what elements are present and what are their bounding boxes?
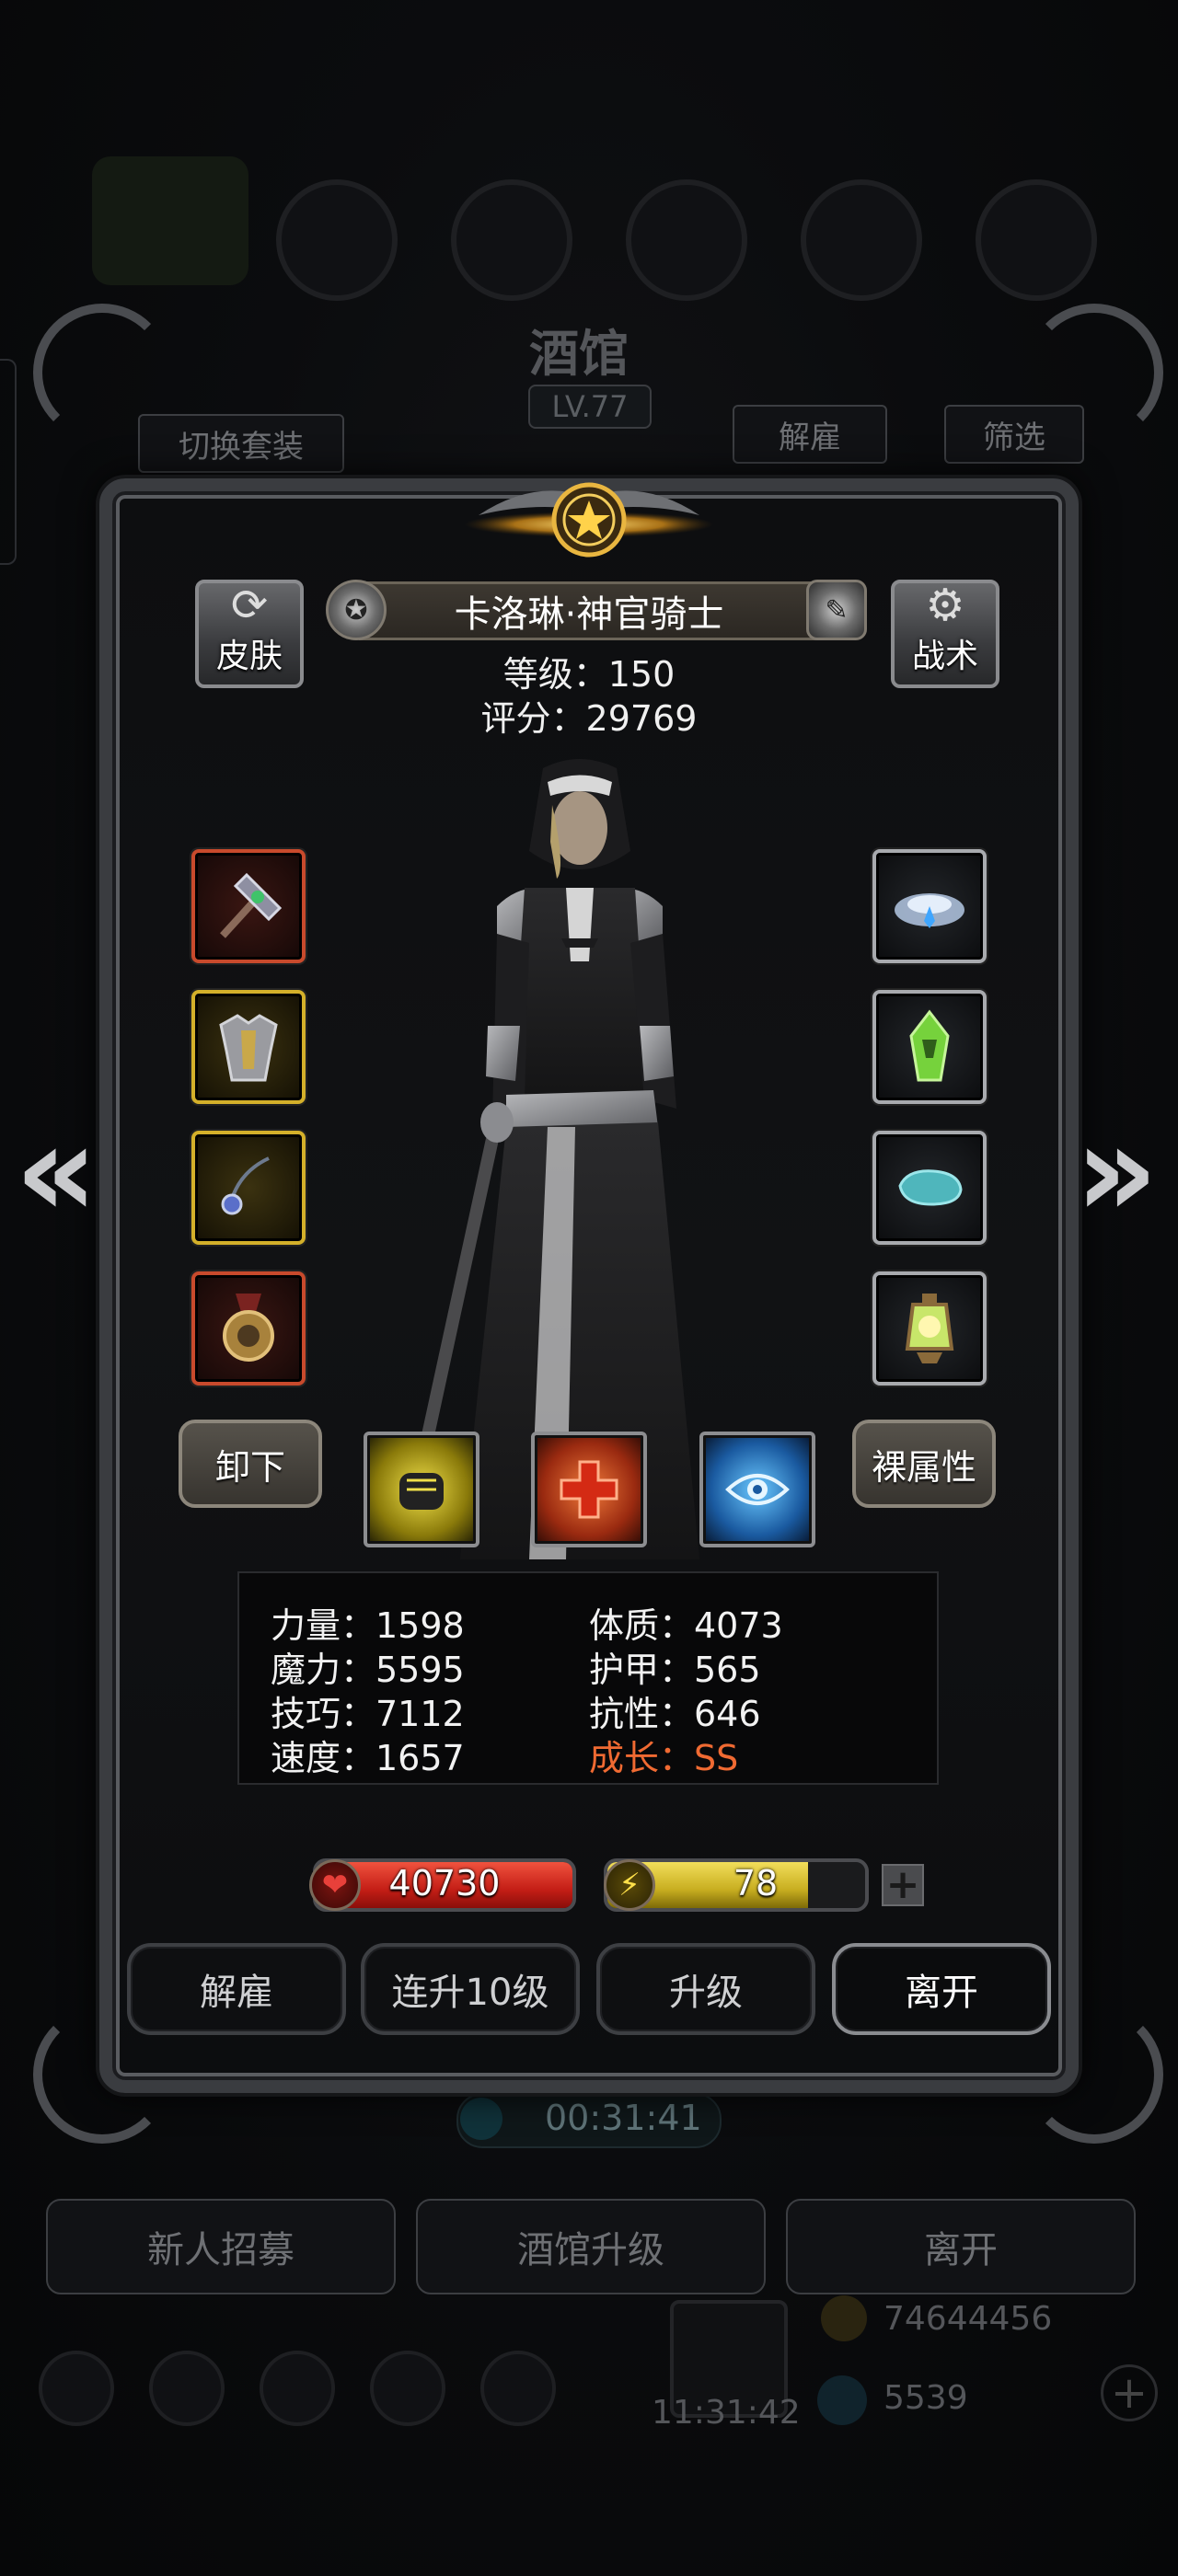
necklace-icon xyxy=(221,1156,270,1215)
bg-menu-circle-icon xyxy=(451,179,572,301)
tactic-button[interactable]: ⚙ 战术 xyxy=(891,580,999,688)
equip-slot-armor[interactable] xyxy=(191,990,306,1104)
refresh-icon: ⟳ xyxy=(230,580,269,631)
hp-value: 40730 xyxy=(388,1863,501,1903)
bg-nav-icon xyxy=(39,2351,114,2426)
previous-hero-arrow-icon[interactable]: « xyxy=(15,1108,98,1236)
leave-button[interactable]: 离开 xyxy=(832,1943,1051,2035)
bg-timer-icon xyxy=(460,2098,502,2140)
equip-slot-crystal[interactable] xyxy=(872,990,987,1104)
stat-armor: 护甲：565 xyxy=(589,1650,761,1690)
bg-gold-amount: 74644456 xyxy=(884,2300,1053,2338)
bg-upgrade-tavern-button: 酒馆升级 xyxy=(416,2199,766,2294)
add-energy-plus-icon[interactable]: + xyxy=(882,1864,924,1906)
lantern-icon xyxy=(905,1294,954,1363)
armor-icon xyxy=(219,1014,278,1082)
bg-add-icon: + xyxy=(1101,2364,1158,2421)
green-crystal-icon xyxy=(909,1009,950,1082)
equip-slot-necklace[interactable] xyxy=(191,1131,306,1245)
stat-growth: 成长：SS xyxy=(589,1738,739,1778)
bg-tavern-title: 酒馆 xyxy=(529,325,629,383)
skin-button-label: 皮肤 xyxy=(215,638,283,675)
gear-icon: ⚙ xyxy=(925,580,965,631)
next-hero-arrow-icon[interactable]: » xyxy=(1075,1108,1158,1236)
bg-menu-circle-icon xyxy=(801,179,922,301)
level-up-button[interactable]: 升级 xyxy=(596,1943,815,2035)
bg-gem-amount: 5539 xyxy=(884,2379,968,2417)
bg-clock-text: 11:31:42 xyxy=(652,2394,801,2432)
medal-icon xyxy=(223,1294,274,1362)
panel-ornament-icon xyxy=(33,304,171,442)
hero-name: 卡洛琳·神官骑士 xyxy=(454,593,724,636)
equip-slot-stone[interactable] xyxy=(872,1131,987,1245)
bg-menu-circle-icon xyxy=(976,179,1097,301)
energy-value: 78 xyxy=(733,1863,779,1903)
bg-tavern-level: LV.77 xyxy=(528,385,652,429)
skill-slot-2[interactable] xyxy=(531,1432,647,1547)
bg-gold-icon xyxy=(821,2295,867,2341)
edit-name-icon[interactable]: ✎ xyxy=(806,580,867,640)
heal-cross-skill-icon xyxy=(560,1460,618,1519)
stat-strength: 力量：1598 xyxy=(271,1605,465,1646)
hero-score: 评分：29769 xyxy=(480,698,698,739)
stat-skill: 技巧：7112 xyxy=(271,1694,465,1734)
stat-resistance: 抗性：646 xyxy=(589,1694,761,1734)
equip-slot-medal[interactable] xyxy=(191,1271,306,1386)
medal-badge-icon[interactable]: ✪ xyxy=(326,580,387,640)
bg-nav-icon xyxy=(480,2351,556,2426)
skill-slot-3[interactable] xyxy=(699,1432,815,1547)
warhammer-icon xyxy=(220,872,283,938)
bg-menu-circle-icon xyxy=(626,179,747,301)
panel-ornament-icon xyxy=(1025,304,1163,442)
bg-timer-text: 00:31:41 xyxy=(545,2098,702,2138)
star-emblem-icon xyxy=(465,482,713,558)
bg-leave-button: 离开 xyxy=(786,2199,1136,2294)
stat-magic: 魔力：5595 xyxy=(271,1650,465,1690)
equip-slot-weapon[interactable] xyxy=(191,849,306,963)
bg-menu-circle-icon xyxy=(276,179,398,301)
equip-slot-lantern[interactable] xyxy=(872,1271,987,1386)
stat-speed: 速度：1657 xyxy=(271,1738,465,1778)
equip-slot-helm[interactable] xyxy=(872,849,987,963)
bg-dismiss-button: 解雇 xyxy=(733,405,887,464)
skill-slot-1[interactable] xyxy=(364,1432,479,1547)
bg-recruit-button: 新人招募 xyxy=(46,2199,396,2294)
bg-nav-icon xyxy=(149,2351,225,2426)
unequip-button[interactable]: 卸下 xyxy=(179,1420,322,1508)
eye-skill-icon xyxy=(725,1474,790,1505)
hero-level: 等级：150 xyxy=(502,654,676,695)
bg-gem-icon xyxy=(817,2375,867,2425)
bg-switch-outfit-button: 切换套装 xyxy=(138,414,344,473)
hero-name-banner: 卡洛琳·神官骑士 xyxy=(359,581,819,640)
bg-side-tab xyxy=(0,359,17,565)
bg-tavern-art xyxy=(92,156,248,285)
teal-stone-icon xyxy=(898,1169,963,1206)
base-attributes-button[interactable]: 裸属性 xyxy=(852,1420,996,1508)
panel-ornament-icon xyxy=(1025,2006,1163,2144)
fist-skill-icon xyxy=(399,1473,444,1510)
level-up-10-button[interactable]: 连升10级 xyxy=(361,1943,580,2035)
stat-constitution: 体质：4073 xyxy=(589,1605,783,1646)
skin-button[interactable]: ⟳ 皮肤 xyxy=(195,580,304,688)
cloud-crown-icon xyxy=(895,893,964,928)
bg-nav-icon xyxy=(370,2351,445,2426)
tactic-button-label: 战术 xyxy=(911,638,978,675)
bg-nav-icon xyxy=(260,2351,335,2426)
dismiss-hero-button[interactable]: 解雇 xyxy=(127,1943,346,2035)
